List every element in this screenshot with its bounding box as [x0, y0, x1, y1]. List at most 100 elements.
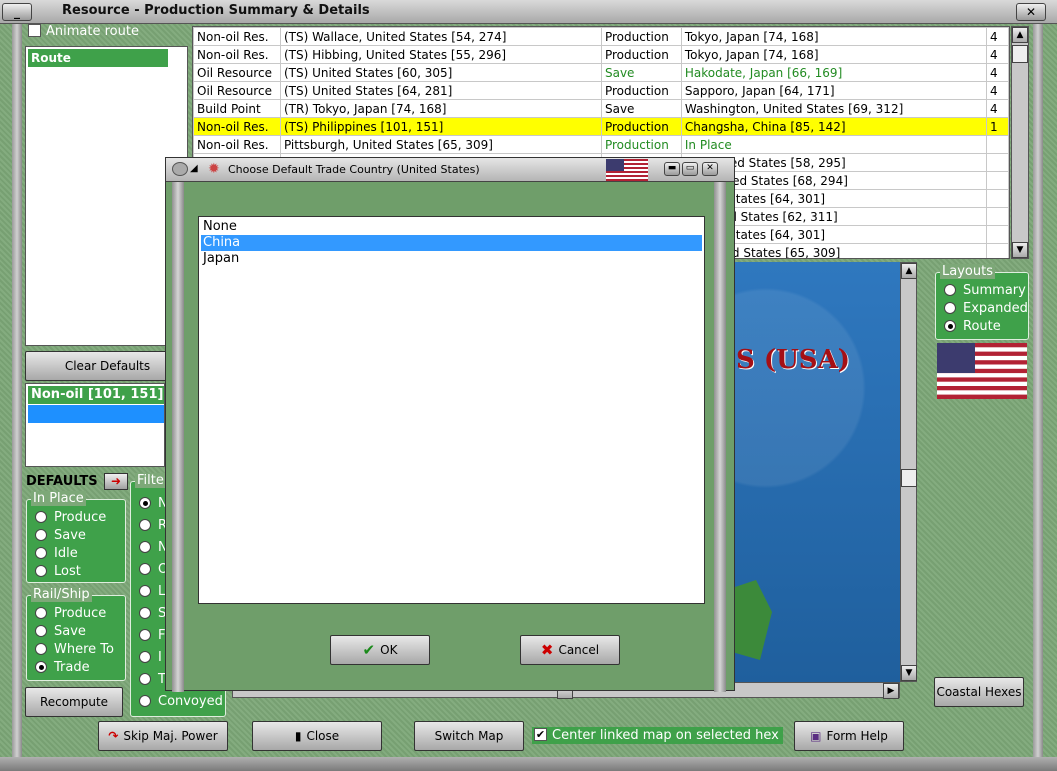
dialog-minimize-button[interactable]: ▬ [664, 162, 680, 176]
radio-selected-icon[interactable] [944, 319, 956, 332]
filter-legend: Filte [135, 473, 166, 488]
scroll-thumb[interactable] [901, 469, 917, 487]
ok-button[interactable]: ✔ OK [330, 635, 430, 665]
rail-save-radio[interactable]: Save [35, 624, 86, 639]
radio-icon[interactable] [944, 301, 956, 314]
coastal-hexes-button[interactable]: Coastal Hexes [934, 677, 1024, 707]
radio-icon[interactable] [139, 540, 151, 553]
radio-icon[interactable] [944, 283, 956, 296]
checkbox-box[interactable] [28, 24, 41, 37]
scroll-down-icon[interactable]: ▼ [1012, 242, 1028, 258]
cancel-button[interactable]: ✖ Cancel [520, 635, 620, 665]
filter-radio-8[interactable]: I [139, 650, 162, 665]
in-place-lost-radio[interactable]: Lost [35, 564, 81, 579]
radio-icon[interactable] [139, 606, 151, 619]
radio-icon[interactable] [35, 528, 47, 541]
skip-major-power-button[interactable]: ↷ Skip Maj. Power [98, 721, 228, 751]
center-linked-map-checkbox[interactable]: ✔ Center linked map on selected hex [532, 727, 783, 744]
filter-radio-9[interactable]: T [139, 672, 166, 687]
radio-icon[interactable] [139, 584, 151, 597]
form-help-button[interactable]: ▣ Form Help [794, 721, 904, 751]
map-vertical-scrollbar[interactable]: ▲ ▼ [900, 262, 917, 682]
table-row[interactable]: Non-oil Res. Pittsburgh, United States [6… [193, 135, 1009, 154]
radio-icon[interactable] [35, 564, 47, 577]
resource-detail-selected-row[interactable] [28, 405, 164, 423]
radio-icon[interactable] [139, 518, 151, 531]
table-row[interactable]: Oil Resource (TS) United States [64, 281]… [193, 81, 1009, 100]
help-book-icon: ▣ [810, 729, 822, 743]
close-button[interactable]: ▮ Close [252, 721, 382, 751]
in-place-save-radio[interactable]: Save [35, 528, 86, 543]
table-row[interactable]: Non-oil Res. (TS) Philippines [101, 151] P… [193, 117, 1009, 136]
rail-trade-radio[interactable]: Trade [35, 660, 90, 675]
table-cell-to: Changsha, China [85, 142] [680, 117, 988, 136]
in-place-produce-radio[interactable]: Produce [35, 510, 106, 525]
scroll-thumb[interactable] [1012, 45, 1028, 63]
table-row[interactable]: Oil Resource (TS) United States [60, 305]… [193, 63, 1009, 82]
recompute-button[interactable]: Recompute [25, 687, 123, 717]
minimize-button[interactable]: _ [2, 3, 32, 21]
rail-where-to-radio[interactable]: Where To [35, 642, 114, 657]
radio-icon[interactable] [139, 672, 151, 685]
table-cell-to: Washington, United States [69, 312] [680, 99, 988, 118]
filter-radio-2[interactable]: R [139, 518, 167, 533]
radio-icon[interactable] [35, 546, 47, 559]
table-cell-action: Production [600, 27, 682, 46]
filter-radio-7[interactable]: F [139, 628, 165, 643]
country-list[interactable]: None China Japan [198, 216, 705, 604]
country-option-china[interactable]: China [201, 235, 702, 251]
scroll-up-icon[interactable]: ▲ [901, 263, 917, 279]
radio-selected-icon[interactable] [35, 660, 47, 673]
radio-icon[interactable] [35, 510, 47, 523]
close-window-button[interactable]: ✕ [1016, 3, 1046, 21]
defaults-label: DEFAULTS [26, 474, 98, 489]
table-cell-n: 4 [986, 63, 1009, 82]
dialog-title-bar: ◢ ✹ Choose Default Trade Country (United… [166, 158, 734, 182]
country-option-none[interactable]: None [201, 219, 702, 235]
filter-radio-4[interactable]: O [139, 562, 168, 577]
dialog-left-rail [172, 182, 184, 692]
radio-icon[interactable] [35, 642, 47, 655]
resource-detail-list[interactable]: Non-oil [101, 151] [25, 383, 165, 467]
switch-map-button[interactable]: Switch Map [414, 721, 524, 751]
table-cell-n: 4 [986, 99, 1009, 118]
table-row[interactable]: Non-oil Res. (TS) Hibbing, United States … [193, 45, 1009, 64]
scroll-up-icon[interactable]: ▲ [1012, 27, 1028, 43]
dialog-collapse-icon[interactable]: ◢ [190, 163, 198, 174]
layout-route-radio[interactable]: Route [944, 319, 1001, 334]
radio-icon[interactable] [139, 628, 151, 641]
radio-icon[interactable] [139, 694, 151, 707]
route-list[interactable]: Route [25, 46, 188, 346]
radio-icon[interactable] [139, 562, 151, 575]
defaults-arrow-button[interactable]: ➜ [104, 473, 128, 490]
table-cell-action: Save [600, 63, 682, 82]
checkmark-icon[interactable]: ✔ [534, 728, 547, 741]
radio-icon[interactable] [35, 606, 47, 619]
country-option-japan[interactable]: Japan [201, 251, 702, 267]
filter-radio-3[interactable]: N [139, 540, 168, 555]
us-flag-icon [937, 343, 1027, 399]
dialog-system-icon[interactable] [172, 162, 188, 176]
scroll-down-icon[interactable]: ▼ [901, 665, 917, 681]
table-cell-from: (TS) Philippines [101, 151] [279, 117, 602, 136]
table-cell-type: Oil Resource [193, 81, 281, 100]
scroll-right-icon[interactable]: ▶ [883, 683, 899, 699]
layout-expanded-radio[interactable]: Expanded [944, 301, 1028, 316]
table-vertical-scrollbar[interactable]: ▲ ▼ [1011, 26, 1029, 259]
layout-summary-radio[interactable]: Summary [944, 283, 1026, 298]
filter-radio-1[interactable]: N [139, 496, 168, 511]
rail-produce-radio[interactable]: Produce [35, 606, 106, 621]
filter-radio-6[interactable]: S [139, 606, 166, 621]
table-row[interactable]: Non-oil Res. (TS) Wallace, United States … [193, 27, 1009, 46]
radio-icon[interactable] [139, 650, 151, 663]
dialog-close-button[interactable]: ✕ [702, 162, 718, 176]
filter-convoyed-radio[interactable]: Convoyed [139, 694, 223, 709]
radio-selected-icon[interactable] [139, 496, 151, 509]
in-place-idle-radio[interactable]: Idle [35, 546, 78, 561]
dialog-maximize-button[interactable]: ▭ [682, 162, 698, 176]
radio-icon[interactable] [35, 624, 47, 637]
layouts-legend: Layouts [940, 264, 995, 279]
table-row[interactable]: Build Point (TR) Tokyo, Japan [74, 168] Sa… [193, 99, 1009, 118]
filter-radio-5[interactable]: L [139, 584, 165, 599]
animate-route-checkbox[interactable]: Animate route [28, 24, 146, 44]
